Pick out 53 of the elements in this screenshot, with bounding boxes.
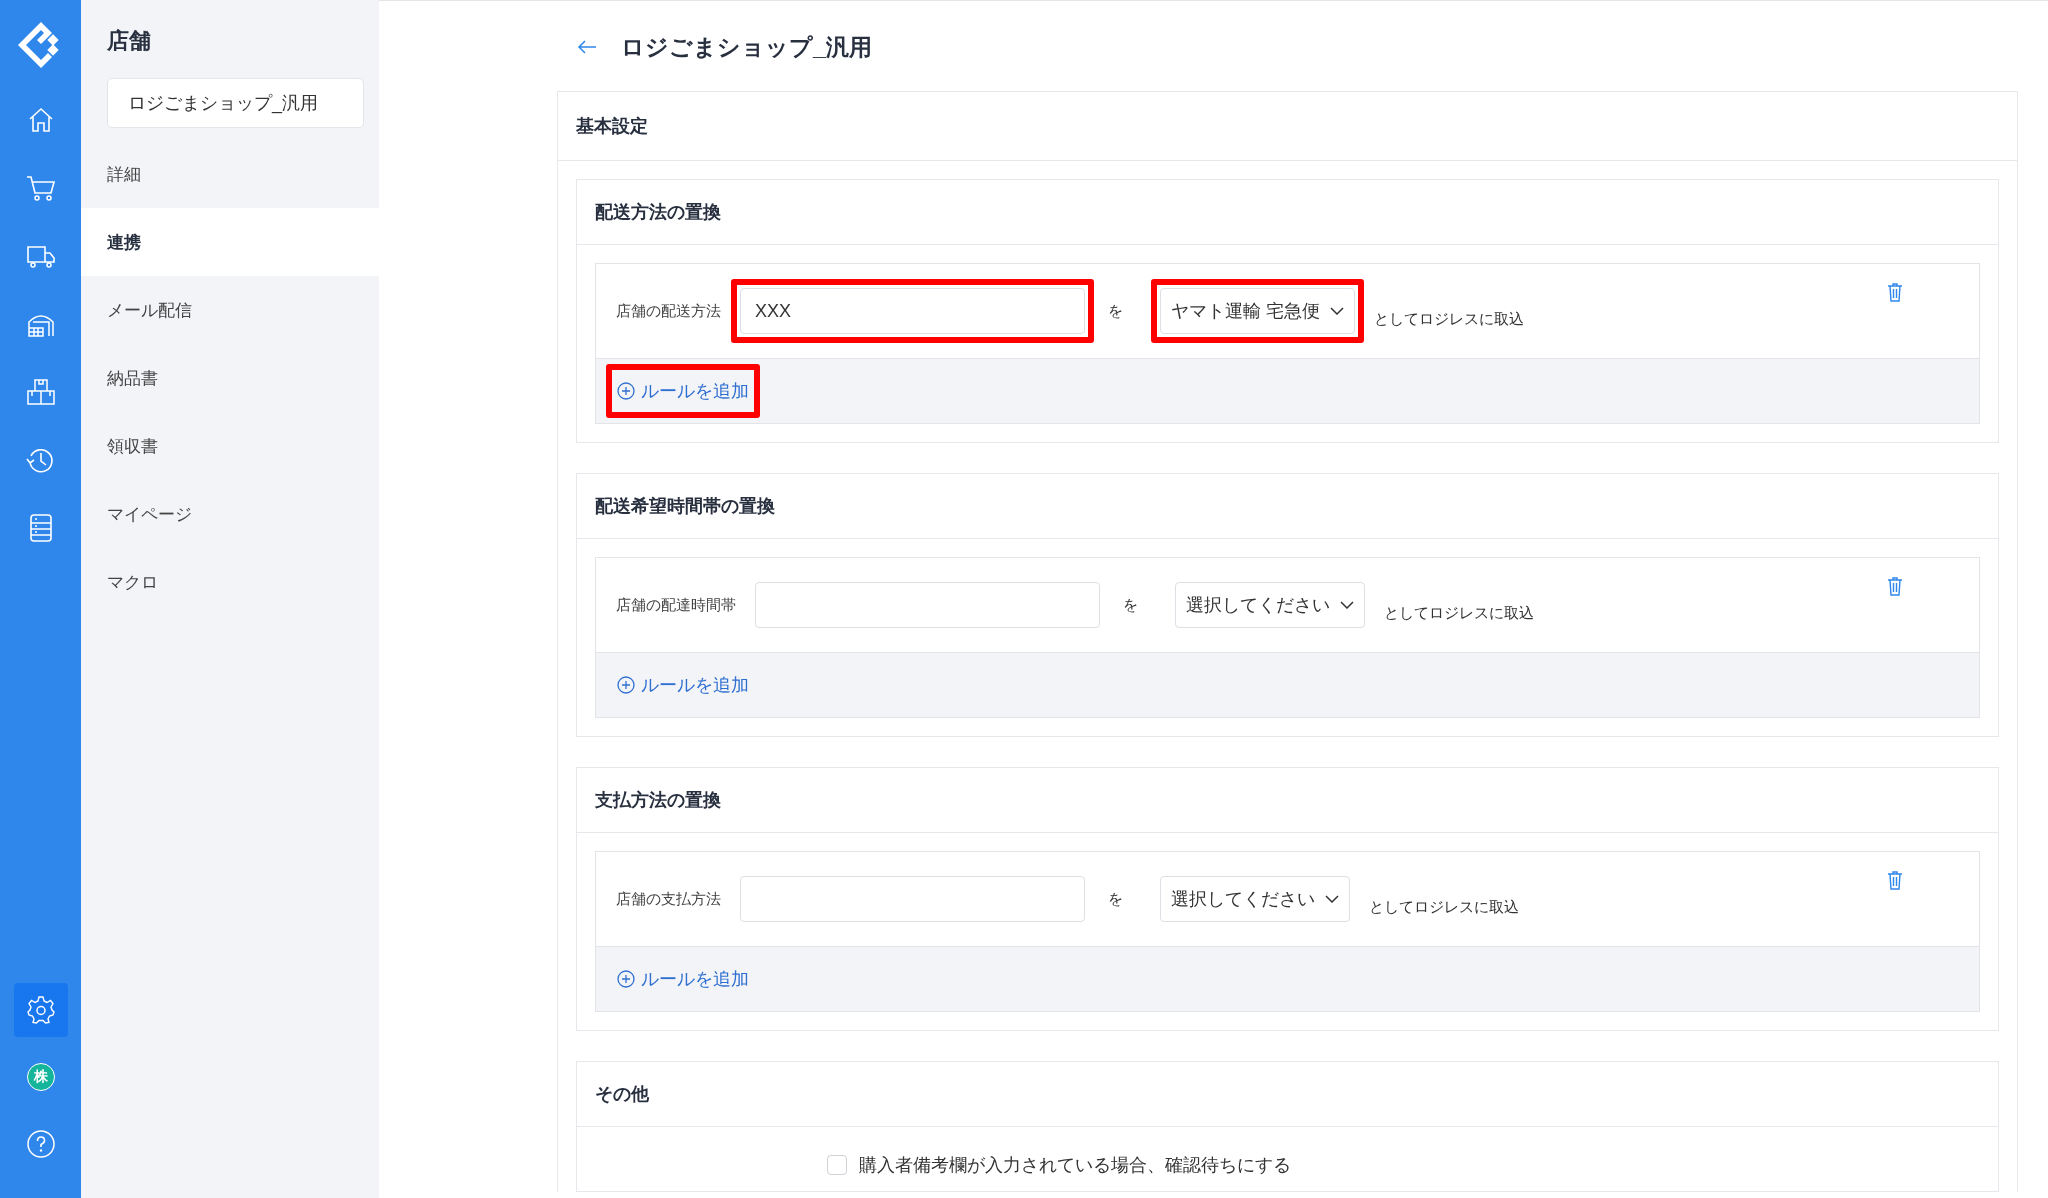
page-title: ロジごまショップ_汎用 [621,32,872,62]
connector-text: を [1123,595,1138,615]
sidebar-item[interactable]: 納品書 [81,344,379,412]
sidebar-title: 店舗 [106,27,152,55]
add-rule-link[interactable]: ルールを追加 [615,373,751,409]
section-title: 配送方法の置換 [577,180,1998,245]
settings-icon [25,995,56,1025]
plus-circle-icon [617,676,635,694]
checkbox-label: 購入者備考欄が入力されている場合、確認待ちにする [859,1154,1291,1177]
select-dropdown[interactable]: ヤマト運輸 宅急便 [1160,288,1355,334]
rule-label: 店舗の配送方法 [616,301,721,321]
chevron-down-icon [1325,895,1339,903]
rule-suffix: としてロジレスに取込 [1374,309,1524,329]
rule-label: 店舗の支払方法 [616,889,721,909]
trash-icon[interactable] [1887,870,1903,890]
rail-button[interactable] [13,983,68,1037]
list-icon [27,513,54,543]
sidebar-item[interactable]: メール配信 [81,276,379,344]
input-field[interactable] [755,582,1100,628]
connector-text: を [1108,301,1123,321]
shop-selector[interactable]: ロジごまショップ_汎用 [107,78,364,128]
boxes-icon [25,378,56,406]
add-rule-link[interactable]: ルールを追加 [615,667,751,703]
chevron-down-icon [1340,601,1354,609]
input-field[interactable] [740,876,1085,922]
sidebar-item[interactable]: マイページ [81,480,379,548]
sidebar-item[interactable]: 詳細 [81,140,379,208]
card-title: 基本設定 [558,92,2017,161]
section-title: その他 [577,1062,1998,1127]
back-arrow-icon[interactable] [577,40,597,54]
input-field[interactable]: XXX [740,288,1085,334]
rule-label: 店舗の配達時間帯 [616,595,736,615]
connector-text: を [1108,889,1123,909]
chevron-down-icon [1330,307,1344,315]
help-icon [25,1129,56,1159]
truck-icon [25,243,56,269]
trash-icon[interactable] [1887,282,1903,302]
rule-suffix: としてロジレスに取込 [1384,603,1534,623]
sidebar-item[interactable]: 領収書 [81,412,379,480]
cart-icon [25,174,56,202]
trash-icon[interactable] [1887,576,1903,596]
plus-circle-icon [617,970,635,988]
section-title: 配送希望時間帯の置換 [577,474,1998,539]
section-title: 支払方法の置換 [577,768,1998,833]
checkbox[interactable] [827,1155,847,1175]
avatar-badge: 株 [26,1063,55,1091]
plus-circle-icon [617,382,635,400]
select-dropdown[interactable]: 選択してください [1175,582,1365,628]
add-rule-link[interactable]: ルールを追加 [615,961,751,997]
sidebar-item[interactable]: マクロ [81,548,379,616]
select-dropdown[interactable]: 選択してください [1160,876,1350,922]
sidebar-item[interactable]: 連携 [81,208,379,276]
rule-suffix: としてロジレスに取込 [1369,897,1519,917]
